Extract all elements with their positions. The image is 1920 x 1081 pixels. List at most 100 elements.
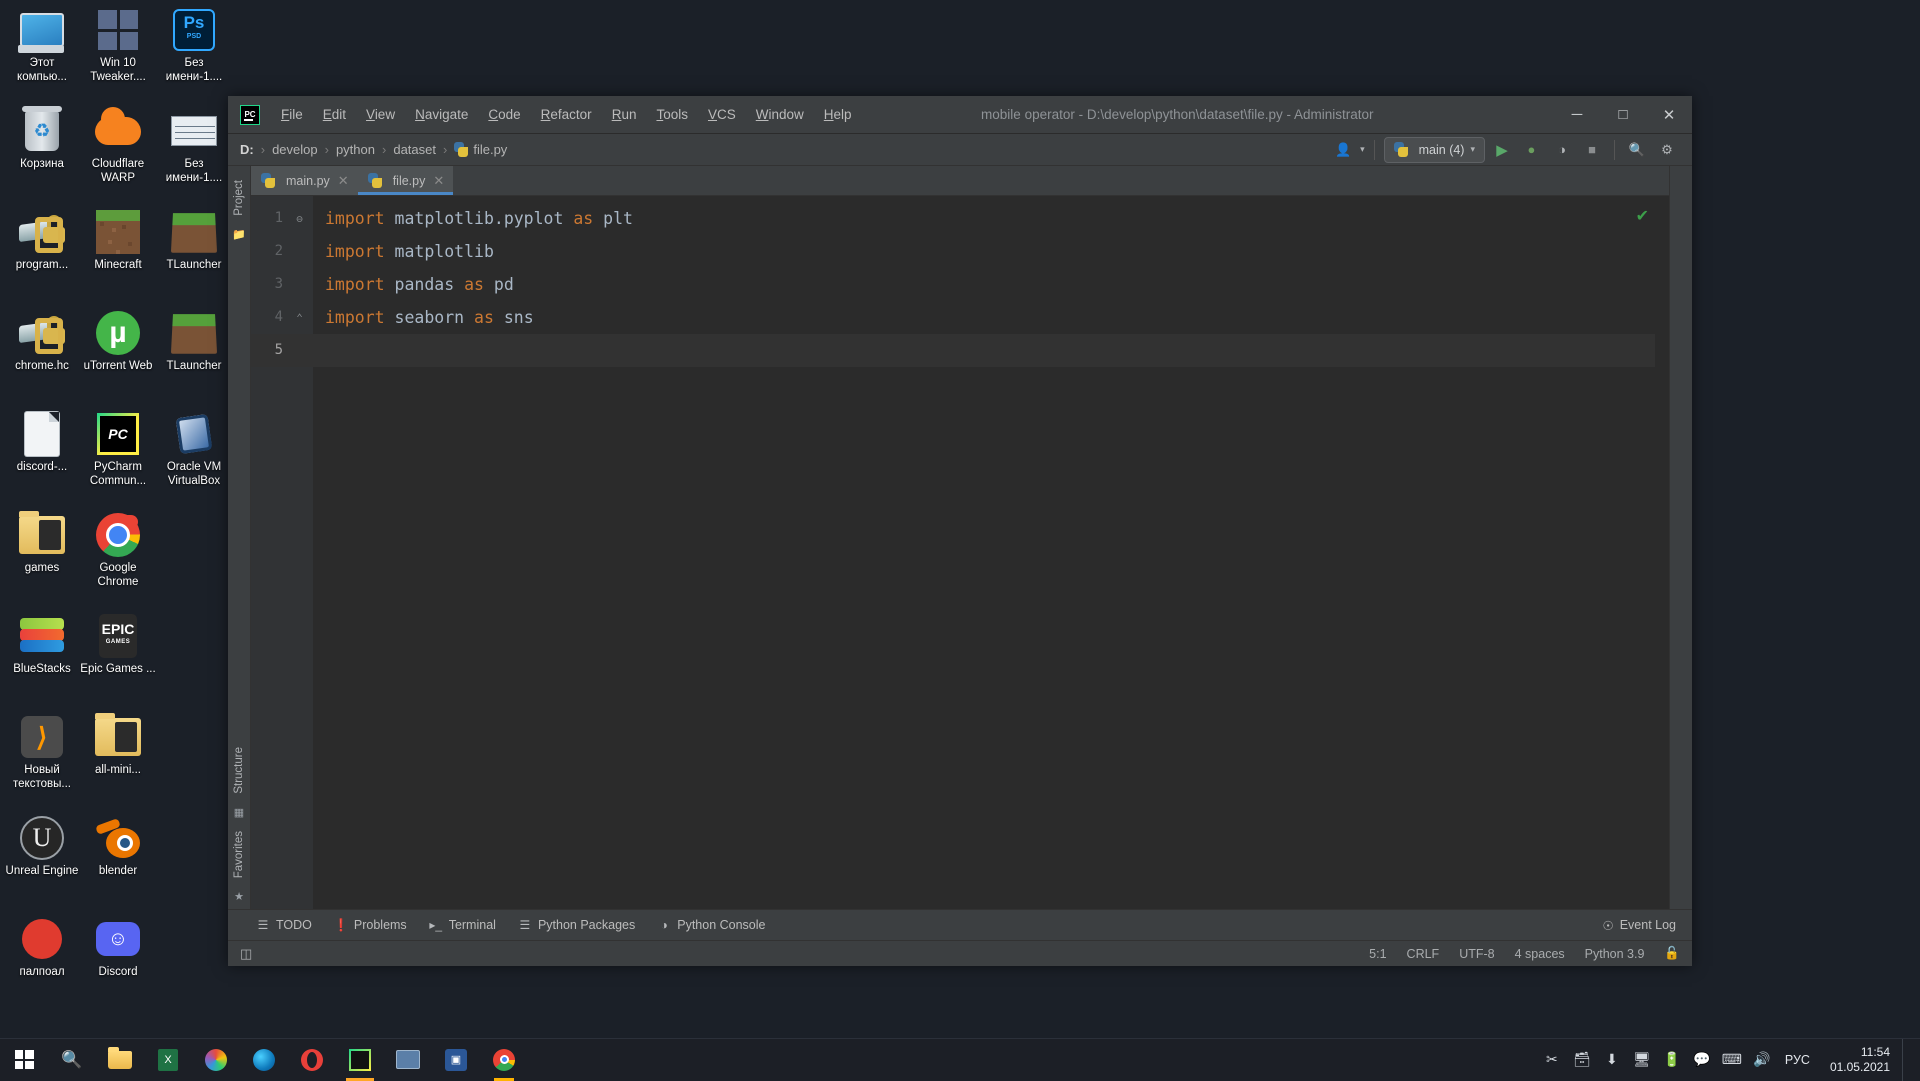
line-number[interactable]: 5 — [251, 334, 313, 367]
python-interpreter[interactable]: Python 3.9 — [1585, 947, 1645, 961]
folder-icon[interactable]: 📁 — [232, 228, 246, 241]
desktop-icon[interactable]: Корзина — [4, 103, 80, 204]
taskbar-item-pycharm[interactable] — [336, 1039, 384, 1081]
user-chevron-down-icon[interactable]: ▾ — [1360, 144, 1365, 155]
desktop-icon[interactable]: палпоал — [4, 911, 80, 1012]
tray-icon-6[interactable]: 💬 — [1687, 1039, 1717, 1081]
taskbar-item-paint3d[interactable] — [192, 1039, 240, 1081]
code-editor[interactable]: 1⊖234⌃5 import matplotlib.pyplot as plti… — [251, 196, 1669, 909]
code-content[interactable]: import matplotlib.pyplot as pltimport ma… — [313, 196, 1655, 909]
desktop-icon[interactable]: PsPSDБез имени-1.... — [156, 2, 232, 103]
tool-window-python-console[interactable]: ◑Python Console — [657, 918, 765, 932]
desktop-icon[interactable]: Cloudflare WARP — [80, 103, 156, 204]
taskbar-item-photos[interactable] — [384, 1039, 432, 1081]
maximize-button[interactable]: □ — [1600, 96, 1646, 134]
stop-button[interactable]: ■ — [1579, 137, 1605, 163]
lock-icon[interactable]: 🔓 — [1664, 946, 1680, 961]
show-desktop-button[interactable] — [1902, 1039, 1912, 1081]
code-line[interactable]: import pandas as pd — [325, 268, 1655, 301]
gear-icon[interactable]: ⚙ — [1654, 137, 1680, 163]
line-separator[interactable]: CRLF — [1407, 947, 1440, 961]
line-number[interactable]: 4⌃ — [251, 301, 313, 334]
desktop-icon[interactable]: Oracle VM VirtualBox — [156, 406, 232, 507]
debug-button[interactable]: ● — [1519, 137, 1545, 163]
star-icon[interactable]: ★ — [234, 890, 244, 903]
desktop-icon[interactable]: Minecraft — [80, 204, 156, 305]
sidebar-item-favorites[interactable]: Favorites — [230, 825, 248, 884]
inspection-ok-icon[interactable]: ✔ — [1636, 206, 1649, 226]
desktop-icon[interactable]: EPICGAMESEpic Games ... — [80, 608, 156, 709]
tray-icon-2[interactable]: 🗃 — [1567, 1039, 1597, 1081]
line-number[interactable]: 3 — [251, 268, 313, 301]
taskbar-item-chrome[interactable] — [480, 1039, 528, 1081]
taskbar-item-store[interactable]: ▣ — [432, 1039, 480, 1081]
desktop-icon[interactable]: Этот компью... — [4, 2, 80, 103]
event-log-button[interactable]: ☉Event Log — [1602, 918, 1676, 933]
caret-position[interactable]: 5:1 — [1369, 947, 1386, 961]
start-button[interactable] — [0, 1039, 48, 1081]
clock[interactable]: 11:54 01.05.2021 — [1818, 1045, 1902, 1075]
tool-window-terminal[interactable]: ▸_Terminal — [429, 918, 496, 932]
menu-item-navigate[interactable]: Navigate — [406, 103, 477, 126]
menu-item-edit[interactable]: Edit — [314, 103, 355, 126]
close-button[interactable]: ✕ — [1646, 96, 1692, 134]
tool-window-problems[interactable]: ❗Problems — [334, 918, 407, 932]
tray-icon-7[interactable]: ⌨ — [1717, 1039, 1747, 1081]
code-fold-icon[interactable]: ⌃ — [294, 312, 305, 323]
indent-setting[interactable]: 4 spaces — [1515, 947, 1565, 961]
tab-file-py[interactable]: file.py✕ — [358, 166, 454, 195]
desktop-icon[interactable]: Без имени-1.... — [156, 103, 232, 204]
volume-icon[interactable]: 🔊 — [1747, 1039, 1777, 1081]
file-encoding[interactable]: UTF-8 — [1459, 947, 1494, 961]
sidebar-item-structure[interactable]: Structure — [230, 741, 248, 800]
tray-icon-4[interactable]: 🖥 — [1627, 1039, 1657, 1081]
desktop-icon[interactable]: µuTorrent Web — [80, 305, 156, 406]
marker-stripe[interactable] — [1655, 196, 1669, 909]
tool-window-python-packages[interactable]: ☰Python Packages — [518, 918, 635, 932]
taskbar-item-excel[interactable]: X — [144, 1039, 192, 1081]
desktop-icon[interactable]: Google Chrome — [80, 507, 156, 608]
run-configuration-selector[interactable]: main (4) ▾ — [1384, 137, 1485, 163]
desktop-icon[interactable]: TLauncher — [156, 305, 232, 406]
menu-item-vcs[interactable]: VCS — [699, 103, 745, 126]
line-number[interactable]: 2 — [251, 235, 313, 268]
menu-item-run[interactable]: Run — [603, 103, 646, 126]
desktop-icon[interactable]: UUnreal Engine — [4, 810, 80, 911]
close-icon[interactable]: ✕ — [433, 173, 444, 189]
line-number[interactable]: 1⊖ — [251, 202, 313, 235]
taskbar-item-opera[interactable] — [288, 1039, 336, 1081]
tab-main-py[interactable]: main.py✕ — [251, 166, 358, 195]
structure-icon[interactable]: ▦ — [234, 806, 244, 819]
desktop-icon[interactable]: all-mini... — [80, 709, 156, 810]
breadcrumb-item[interactable]: D: — [240, 142, 254, 157]
tool-window-todo[interactable]: ☰TODO — [256, 918, 312, 932]
taskbar-item-edge[interactable] — [240, 1039, 288, 1081]
taskbar-item-file-explorer[interactable] — [96, 1039, 144, 1081]
desktop-icon[interactable]: Win 10 Tweaker.... — [80, 2, 156, 103]
menu-item-tools[interactable]: Tools — [647, 103, 697, 126]
minimize-button[interactable]: ─ — [1554, 96, 1600, 134]
desktop-icon[interactable]: discord-... — [4, 406, 80, 507]
taskbar-search-button[interactable]: 🔍 — [48, 1039, 96, 1081]
coverage-button[interactable]: ◑ — [1549, 137, 1575, 163]
menu-item-code[interactable]: Code — [479, 103, 529, 126]
desktop-icon[interactable]: ⟩Новый текстовы... — [4, 709, 80, 810]
desktop-icon[interactable]: ☺Discord — [80, 911, 156, 1012]
desktop-icon[interactable]: games — [4, 507, 80, 608]
run-button[interactable]: ▶ — [1489, 137, 1515, 163]
language-indicator[interactable]: РУС — [1777, 1053, 1818, 1067]
sidebar-item-project[interactable]: Project — [230, 174, 248, 222]
tray-icon-3[interactable]: ⬇ — [1597, 1039, 1627, 1081]
tray-icon-5[interactable]: 🔋 — [1657, 1039, 1687, 1081]
breadcrumb-item[interactable]: python — [336, 142, 375, 157]
hide-tool-windows-icon[interactable]: ◫ — [240, 946, 252, 962]
desktop-icon[interactable]: TLauncher — [156, 204, 232, 305]
close-icon[interactable]: ✕ — [338, 173, 349, 189]
code-line[interactable]: import matplotlib — [325, 235, 1655, 268]
code-fold-icon[interactable]: ⊖ — [294, 213, 305, 224]
user-account-icon[interactable]: 👤 — [1330, 137, 1356, 163]
breadcrumb-item[interactable]: dataset — [393, 142, 436, 157]
menu-item-view[interactable]: View — [357, 103, 404, 126]
breadcrumb-item[interactable]: file.py — [454, 142, 507, 157]
tray-icon-1[interactable]: ✂ — [1537, 1039, 1567, 1081]
